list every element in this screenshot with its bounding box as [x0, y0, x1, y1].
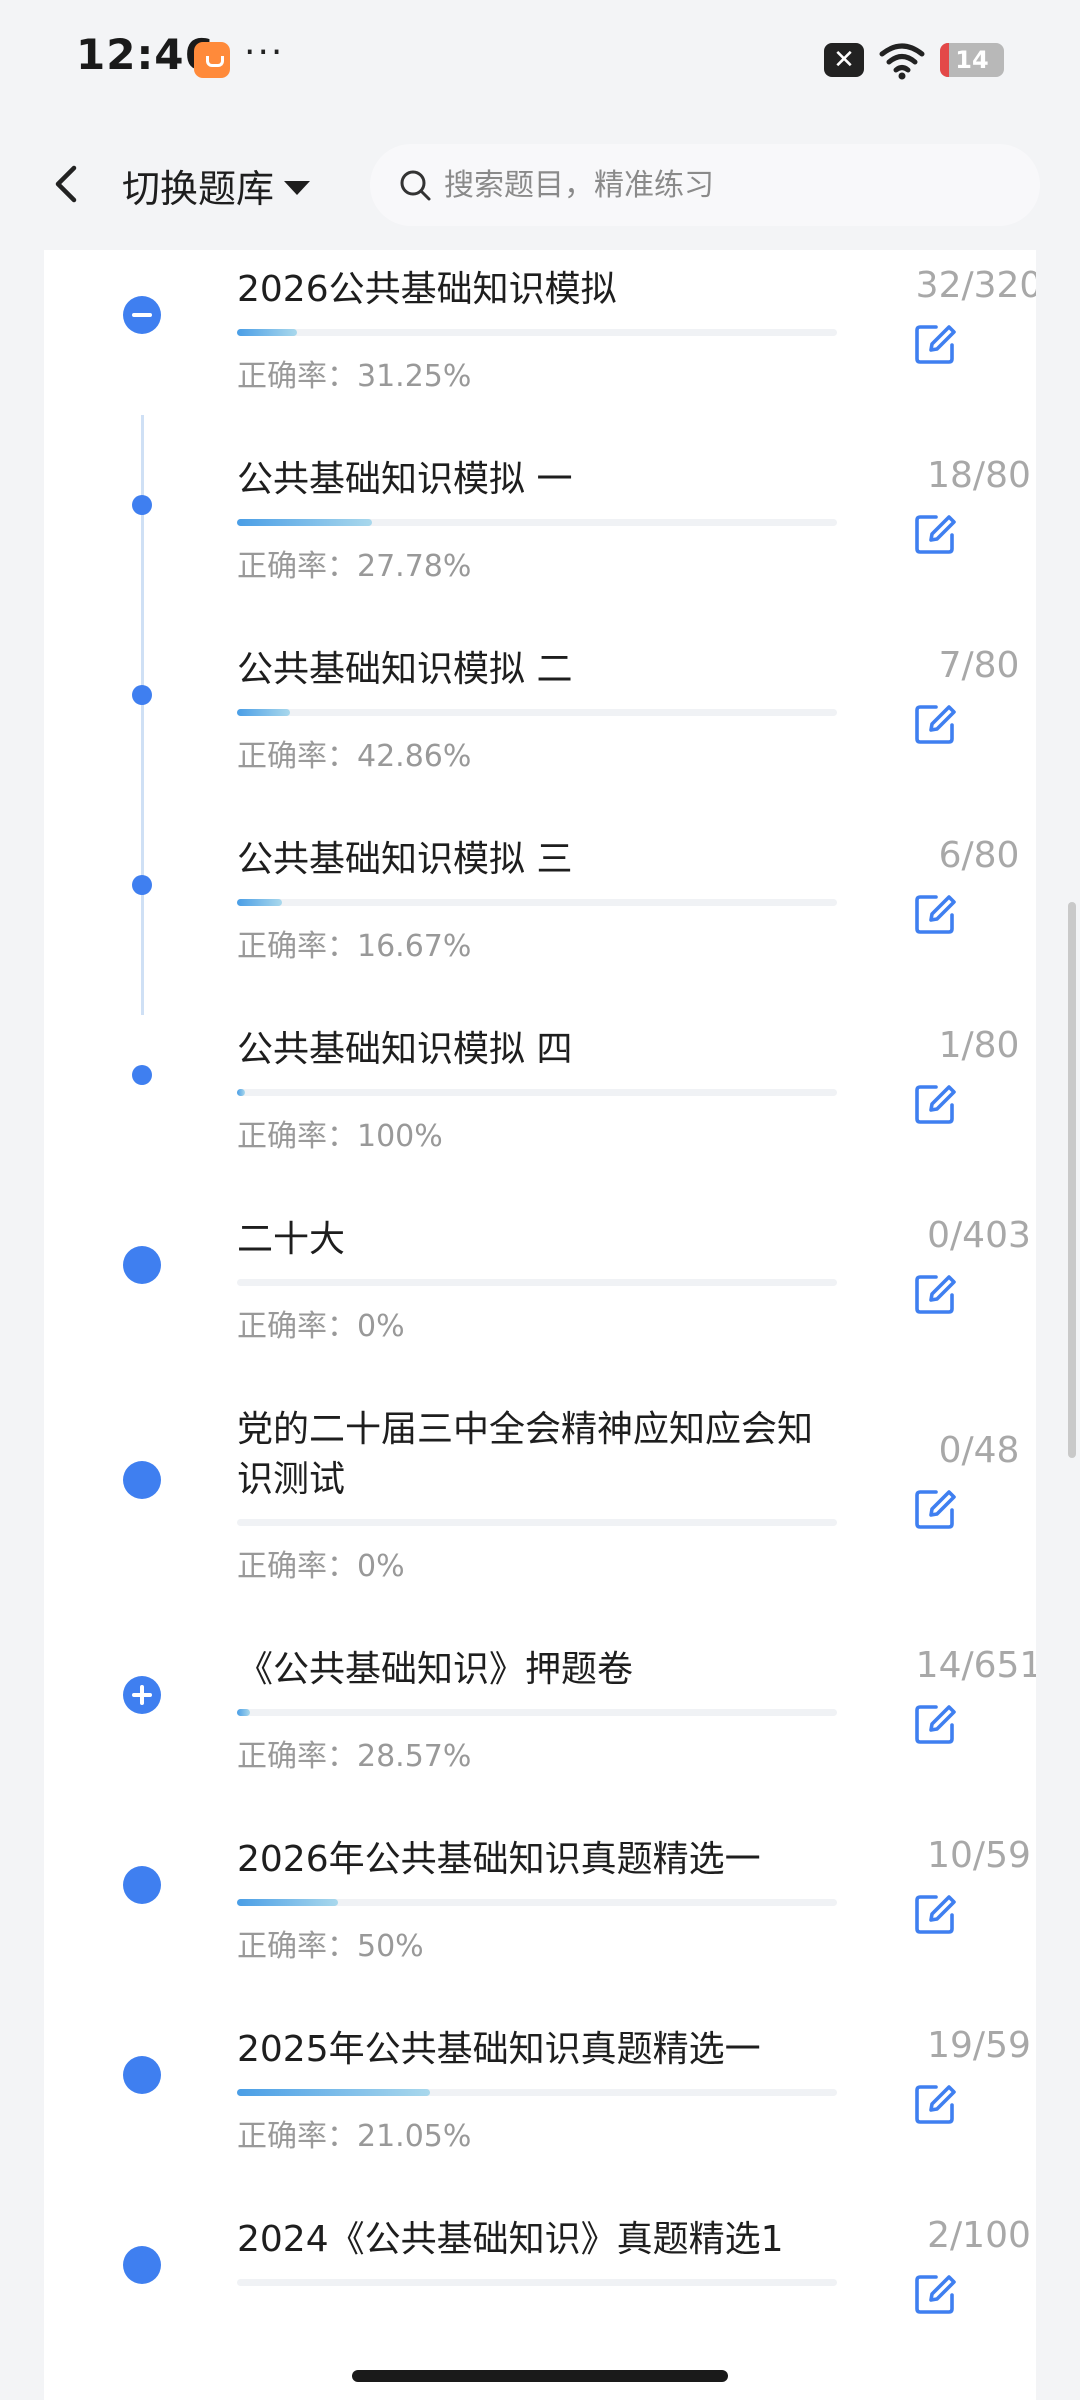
expand-dot-icon[interactable]	[123, 1461, 161, 1499]
wifi-icon	[879, 43, 925, 80]
timeline-dot	[132, 875, 152, 895]
question-bank-item[interactable]: 公共基础知识模拟 四正确率：100% 1/80	[44, 985, 1036, 1175]
progress-count: 10/59	[927, 1835, 1031, 1876]
question-bank-item[interactable]: 2026公共基础知识模拟正确率：31.25% 32/320	[44, 250, 1036, 415]
status-bar: 12:46 ··· ✕ 14	[0, 0, 1080, 120]
edit-practice-icon[interactable]	[914, 703, 958, 745]
accuracy-label: 正确率：0%	[237, 1549, 405, 1584]
item-title: 2025年公共基础知识真题精选一	[237, 2029, 761, 2070]
search-box[interactable]	[370, 144, 1040, 226]
progress-bar	[237, 2089, 837, 2096]
timeline-dot	[132, 495, 152, 515]
expand-dot-icon[interactable]	[123, 1246, 161, 1284]
item-title: 《公共基础知识》押题卷	[237, 1649, 634, 1690]
progress-bar	[237, 709, 837, 716]
question-bank-item[interactable]: 党的二十届三中全会精神应知应会知识测试正确率：0% 0/48	[44, 1365, 1036, 1605]
top-bar: 切换题库	[0, 120, 1080, 250]
timeline-dot	[132, 685, 152, 705]
item-title: 公共基础知识模拟 四	[237, 1029, 573, 1070]
item-title: 2024《公共基础知识》真题精选1	[237, 2219, 784, 2260]
progress-bar	[237, 2279, 837, 2286]
edit-practice-icon[interactable]	[914, 1703, 958, 1745]
edit-practice-icon[interactable]	[914, 513, 958, 555]
item-title: 2026公共基础知识模拟	[237, 269, 617, 310]
progress-bar	[237, 329, 837, 336]
progress-count: 2/100	[927, 2215, 1031, 2256]
shopping-bag-icon	[194, 42, 230, 78]
progress-count: 6/80	[938, 835, 1020, 876]
edit-practice-icon[interactable]	[914, 2273, 958, 2315]
progress-bar	[237, 1899, 837, 1906]
edit-practice-icon[interactable]	[914, 1273, 958, 1315]
more-notifications-icon: ···	[244, 32, 285, 73]
accuracy-label: 正确率：27.78%	[237, 549, 472, 584]
progress-count: 0/403	[927, 1215, 1031, 1256]
progress-bar	[237, 1089, 837, 1096]
item-title: 公共基础知识模拟 一	[237, 459, 573, 500]
expand-icon[interactable]	[123, 1676, 161, 1714]
expand-dot-icon[interactable]	[123, 1866, 161, 1904]
progress-bar	[237, 519, 837, 526]
home-indicator[interactable]	[352, 2370, 728, 2382]
progress-count: 19/59	[927, 2025, 1031, 2066]
question-bank-list: 正确率：0% 2026公共基础知识模拟正确率：31.25% 32/320 公共基础知识…	[44, 250, 1036, 2400]
question-bank-item[interactable]: 公共基础知识模拟 一正确率：27.78% 18/80	[44, 415, 1036, 605]
expand-dot-icon[interactable]	[123, 2246, 161, 2284]
progress-bar	[237, 1519, 837, 1526]
edit-practice-icon[interactable]	[914, 1083, 958, 1125]
accuracy-label: 正确率：28.57%	[237, 1739, 472, 1774]
switch-bank-label: 切换题库	[122, 167, 275, 211]
edit-practice-icon[interactable]	[914, 893, 958, 935]
caret-down-icon	[284, 180, 311, 195]
expand-dot-icon[interactable]	[123, 2056, 161, 2094]
timeline-dot	[132, 1065, 152, 1085]
accuracy-label: 正确率：100%	[237, 1119, 443, 1154]
status-icons: ✕ 14	[824, 40, 1004, 80]
item-title: 公共基础知识模拟 三	[237, 839, 573, 880]
collapse-icon[interactable]	[123, 296, 161, 334]
item-title: 二十大	[237, 1219, 346, 1260]
progress-count: 7/80	[938, 645, 1020, 686]
question-bank-item[interactable]: 《公共基础知识》押题卷正确率：28.57% 14/651	[44, 1605, 1036, 1795]
accuracy-label: 正确率：31.25%	[237, 359, 472, 394]
battery-percent: 14	[955, 46, 989, 74]
question-bank-item[interactable]: 2024《公共基础知识》真题精选1 2/100	[44, 2175, 1036, 2365]
progress-bar	[237, 1279, 837, 1286]
edit-practice-icon[interactable]	[914, 323, 958, 365]
progress-bar	[237, 1709, 837, 1716]
close-box-icon: ✕	[824, 43, 864, 77]
edit-practice-icon[interactable]	[914, 2083, 958, 2125]
progress-count: 1/80	[938, 1025, 1020, 1066]
accuracy-label: 正确率：42.86%	[237, 739, 472, 774]
back-arrow-icon[interactable]	[40, 156, 96, 212]
edit-practice-icon[interactable]	[914, 1488, 958, 1530]
item-title: 公共基础知识模拟 二	[237, 649, 573, 690]
search-input[interactable]	[444, 167, 984, 203]
progress-count: 32/320	[915, 265, 1036, 306]
search-icon	[400, 170, 431, 201]
question-bank-item[interactable]: 2025年公共基础知识真题精选一正确率：21.05% 19/59	[44, 1985, 1036, 2175]
progress-count: 14/651	[915, 1645, 1036, 1686]
question-bank-item[interactable]: 2026年公共基础知识真题精选一正确率：50% 10/59	[44, 1795, 1036, 1985]
question-bank-item[interactable]: 公共基础知识模拟 二正确率：42.86% 7/80	[44, 605, 1036, 795]
accuracy-label: 正确率：16.67%	[237, 929, 472, 964]
item-title: 党的二十届三中全会精神应知应会知识测试	[237, 1409, 814, 1500]
accuracy-label: 正确率：50%	[237, 1929, 424, 1964]
switch-bank-button[interactable]: 切换题库	[122, 158, 311, 213]
question-bank-item[interactable]: 二十大正确率：0% 0/403	[44, 1175, 1036, 1365]
edit-practice-icon[interactable]	[914, 1893, 958, 1935]
scrollbar[interactable]	[1068, 902, 1076, 1458]
item-title: 2026年公共基础知识真题精选一	[237, 1839, 761, 1880]
progress-bar	[237, 899, 837, 906]
battery-icon: 14	[940, 43, 1004, 77]
progress-count: 18/80	[927, 455, 1031, 496]
accuracy-label: 正确率：21.05%	[237, 2119, 472, 2154]
accuracy-label: 正确率：0%	[237, 1309, 405, 1344]
question-bank-item[interactable]: 公共基础知识模拟 三正确率：16.67% 6/80	[44, 795, 1036, 985]
progress-count: 0/48	[938, 1430, 1020, 1471]
